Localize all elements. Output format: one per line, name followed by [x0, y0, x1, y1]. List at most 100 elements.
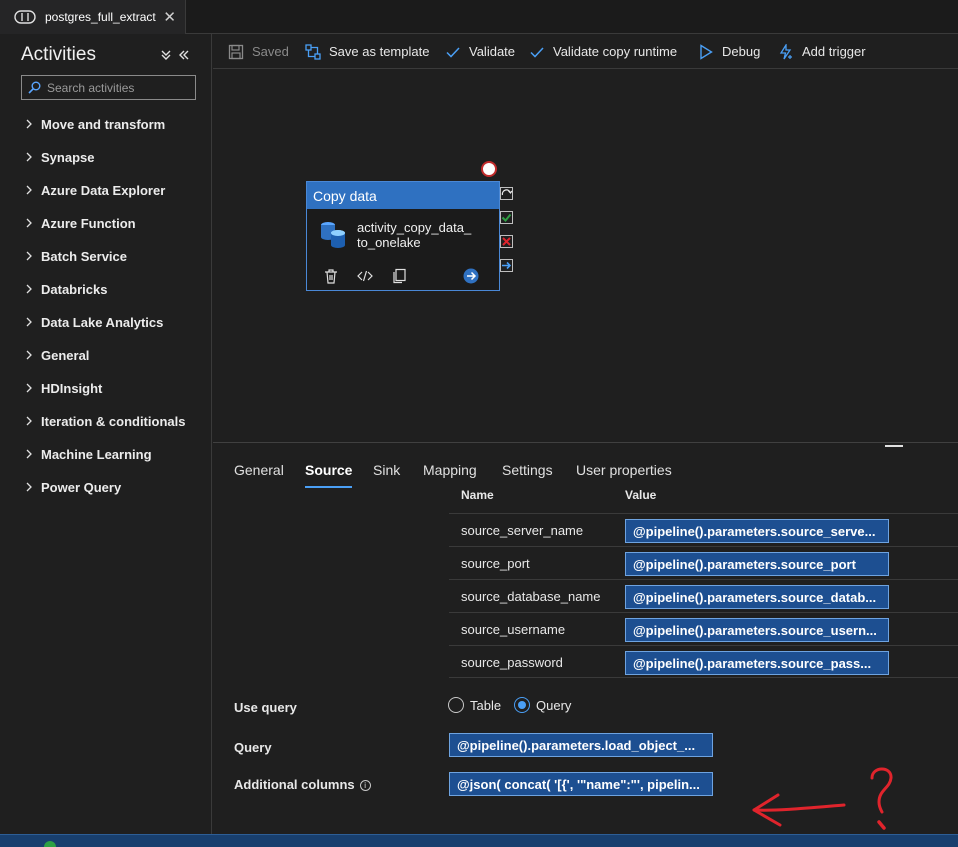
annotation-arrow-question-icon	[752, 767, 893, 830]
category-synapse[interactable]: Synapse	[22, 146, 94, 168]
query-label: Query	[234, 740, 272, 755]
pipeline-tab[interactable]: postgres_full_extract ✕	[0, 0, 186, 34]
category-databricks[interactable]: Databricks	[22, 278, 107, 300]
radio-query-button[interactable]	[514, 697, 530, 713]
pipeline-canvas[interactable]: Copy data activity_copy_data_ to_onelake	[213, 70, 958, 447]
tab-sink[interactable]: Sink	[373, 462, 400, 488]
validate-button[interactable]: Validate	[445, 34, 515, 69]
category-label: HDInsight	[41, 380, 103, 396]
category-general[interactable]: General	[22, 344, 89, 366]
activity-name: activity_copy_data_ to_onelake	[357, 220, 492, 250]
chevron-right-icon	[26, 317, 32, 327]
parameter-row: source_port @pipeline().parameters.sourc…	[449, 546, 958, 579]
category-label: Data Lake Analytics	[41, 314, 164, 330]
category-azure-function[interactable]: Azure Function	[22, 212, 136, 234]
chevron-right-icon	[26, 350, 32, 360]
activity-connectors	[500, 187, 514, 283]
tab-source[interactable]: Source	[305, 462, 353, 488]
additional-columns-text: Additional columns	[234, 777, 355, 792]
query-expression-input[interactable]: @pipeline().parameters.load_object_...	[449, 733, 713, 757]
column-header-value: Value	[625, 488, 657, 502]
category-move-and-transform[interactable]: Move and transform	[22, 113, 165, 135]
play-icon	[700, 43, 713, 60]
category-label: Databricks	[41, 281, 108, 297]
parameter-row: source_password @pipeline().parameters.s…	[449, 645, 958, 678]
validate-copy-runtime-label: Validate copy runtime	[553, 44, 678, 59]
trash-icon[interactable]	[323, 268, 339, 284]
category-label: Machine Learning	[41, 446, 152, 462]
chevron-right-icon	[26, 152, 32, 162]
parameter-row: source_username @pipeline().parameters.s…	[449, 612, 958, 645]
failure-icon[interactable]	[500, 235, 513, 248]
category-power-query[interactable]: Power Query	[22, 476, 121, 498]
validate-copy-runtime-button[interactable]: Validate copy runtime	[529, 34, 677, 69]
arrow-right-circle-icon[interactable]	[463, 268, 479, 284]
code-icon[interactable]	[357, 268, 373, 284]
copy-data-icon	[321, 222, 345, 248]
tab-settings[interactable]: Settings	[502, 462, 553, 488]
radio-query[interactable]: Query	[514, 697, 571, 713]
chevron-right-icon	[26, 185, 32, 195]
add-trigger-button[interactable]: Add trigger	[778, 34, 866, 69]
tab-title: postgres_full_extract	[45, 10, 156, 24]
category-label: Azure Function	[41, 215, 136, 231]
chevron-right-icon	[26, 482, 32, 492]
category-label: Synapse	[41, 149, 95, 165]
category-azure-data-explorer[interactable]: Azure Data Explorer	[22, 179, 165, 201]
parameter-value-input[interactable]: @pipeline().parameters.source_serve...	[625, 519, 889, 543]
search-input[interactable]	[47, 80, 187, 95]
copy-data-activity-node[interactable]: Copy data activity_copy_data_ to_onelake	[306, 181, 500, 291]
save-as-template-button[interactable]: Save as template	[305, 34, 429, 69]
debug-button[interactable]: Debug	[698, 34, 760, 69]
skip-icon[interactable]	[500, 187, 513, 200]
chevron-right-icon	[26, 449, 32, 459]
close-tab-icon[interactable]: ✕	[163, 8, 176, 26]
parameter-name: source_username	[461, 622, 566, 637]
parameter-value-input[interactable]: @pipeline().parameters.source_datab...	[625, 585, 889, 609]
category-label: Iteration & conditionals	[41, 413, 186, 429]
minimize-panel-icon[interactable]	[178, 49, 190, 61]
use-query-label: Use query	[234, 700, 297, 715]
activities-panel: Activities Move and transform Synapse Az…	[0, 34, 212, 834]
info-icon[interactable]: i	[359, 780, 371, 791]
output-connector[interactable]	[481, 161, 497, 177]
parameter-value-input[interactable]: @pipeline().parameters.source_usern...	[625, 618, 889, 642]
trigger-icon	[779, 43, 792, 59]
search-icon	[28, 81, 41, 94]
success-icon[interactable]	[500, 211, 513, 224]
tab-general[interactable]: General	[234, 462, 284, 488]
category-hdinsight[interactable]: HDInsight	[22, 377, 102, 399]
additional-columns-label: Additional columns i	[234, 777, 371, 792]
copy-icon[interactable]	[391, 268, 407, 284]
category-data-lake-analytics[interactable]: Data Lake Analytics	[22, 311, 163, 333]
category-iteration-conditionals[interactable]: Iteration & conditionals	[22, 410, 185, 432]
parameter-value-input[interactable]: @pipeline().parameters.source_port	[625, 552, 889, 576]
taskbar	[0, 834, 958, 847]
category-machine-learning[interactable]: Machine Learning	[22, 443, 152, 465]
activity-name-line2: to_onelake	[357, 235, 421, 250]
search-activities[interactable]	[21, 75, 196, 100]
saved-button[interactable]: Saved	[228, 34, 289, 69]
completion-icon[interactable]	[500, 259, 513, 272]
category-label: Move and transform	[41, 116, 166, 132]
category-label: Azure Data Explorer	[41, 182, 166, 198]
debug-label: Debug	[722, 44, 761, 59]
category-batch-service[interactable]: Batch Service	[22, 245, 127, 267]
category-label: General	[41, 347, 90, 363]
additional-columns-expression-input[interactable]: @json( concat( '[{', '"name":"', pipelin…	[449, 772, 713, 796]
saved-label: Saved	[252, 44, 289, 59]
chevron-right-icon	[26, 119, 32, 129]
chevron-right-icon	[26, 284, 32, 294]
chevron-right-icon	[26, 251, 32, 261]
activities-title: Activities	[21, 44, 96, 65]
column-header-name: Name	[461, 488, 494, 502]
tab-user-properties[interactable]: User properties	[576, 462, 672, 488]
collapse-all-icon[interactable]	[160, 49, 172, 61]
parameter-value-input[interactable]: @pipeline().parameters.source_pass...	[625, 651, 889, 675]
radio-table-label: Table	[470, 697, 502, 713]
radio-table-button[interactable]	[448, 697, 464, 713]
document-tab-bar: postgres_full_extract ✕	[0, 0, 958, 34]
tab-mapping[interactable]: Mapping	[423, 462, 477, 488]
radio-table[interactable]: Table	[448, 697, 501, 713]
pipeline-toolbar: Saved Save as template Validate Validate…	[213, 34, 958, 69]
